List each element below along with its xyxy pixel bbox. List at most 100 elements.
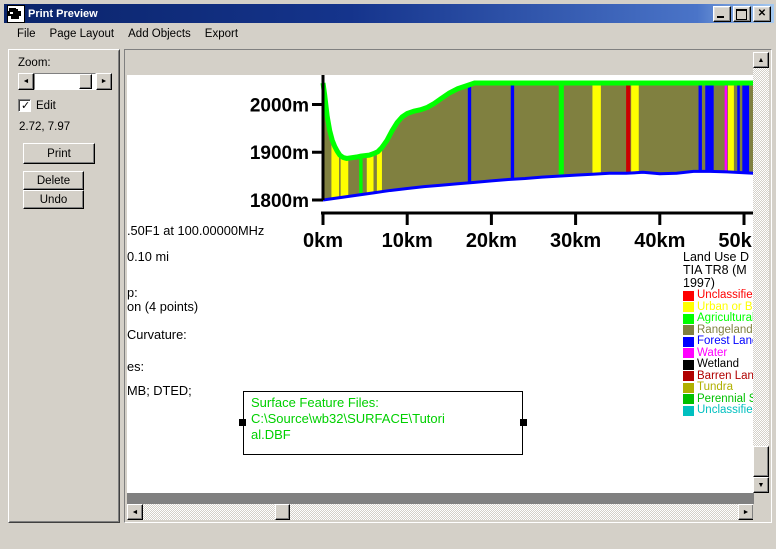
scroll-up-button[interactable]: ▲	[753, 52, 769, 68]
legend-entry: Unclassified La	[683, 405, 754, 417]
x-tick-label: 30km	[550, 230, 601, 247]
preview-page: 1800m 1900m 2000m 0km 10km 20km 30km 40km 50km .…	[127, 75, 754, 503]
zoom-scroll-right-button[interactable]: ►	[96, 73, 112, 90]
menu-add-objects[interactable]: Add Objects	[121, 26, 198, 42]
legend-swatch	[683, 302, 694, 313]
y-tick-label: 1800m	[250, 191, 309, 212]
x-tick-label: 20km	[466, 230, 517, 247]
maximize-button[interactable]	[733, 5, 751, 22]
legend-swatch	[683, 359, 694, 370]
y-tick-label: 1900m	[250, 143, 309, 164]
textbox-line-2: C:\Source\wb32\SURFACE\Tutori	[251, 411, 445, 426]
right-arrow-icon: ►	[100, 78, 108, 85]
preview-client-area: 1800m 1900m 2000m 0km 10km 20km 30km 40km 50km .…	[124, 49, 772, 523]
legend-entry: Wetland	[683, 359, 754, 371]
minimize-button[interactable]	[713, 5, 731, 22]
legend-swatch	[683, 325, 694, 336]
cursor-coordinates: 2.72, 7.97	[19, 121, 71, 133]
vertical-scroll-track[interactable]	[753, 52, 769, 493]
check-icon: ✓	[21, 100, 31, 112]
legend-swatch	[683, 405, 694, 416]
legend-entry: Tundra	[683, 382, 754, 394]
vertical-scrollbar[interactable]: ▲ ▼	[753, 52, 769, 493]
delete-button[interactable]: Delete	[23, 171, 84, 190]
window-controls: ✕	[713, 5, 772, 22]
legend-label: Water	[697, 346, 728, 359]
legend-label: Wetland	[697, 358, 739, 371]
report-line-2: 0.10 mi	[127, 249, 169, 264]
legend-swatch	[683, 313, 694, 324]
legend-swatch	[683, 371, 694, 382]
print-preview-window: Print Preview ✕ File Page Layout Add Obj…	[0, 0, 776, 549]
y-axis-ticks: 1800m 1900m 2000m	[250, 95, 323, 212]
x-axis-ticks: 0km 10km 20km 30km 40km 50km	[303, 213, 754, 247]
legend-label: Perennial Sno	[697, 392, 754, 405]
textbox-line-1: Surface Feature Files:	[251, 395, 379, 410]
zoom-scrollbar[interactable]: ◄ ►	[18, 73, 112, 90]
scroll-left-button[interactable]: ◄	[127, 504, 143, 520]
edit-checkbox[interactable]: ✓	[18, 99, 31, 112]
left-arrow-icon: ◄	[22, 78, 30, 85]
report-line-4: on (4 points)	[127, 299, 199, 314]
textbox-line-3: al.DBF	[251, 427, 291, 442]
report-line-7: MB; DTED;	[127, 383, 192, 398]
menu-file[interactable]: File	[10, 26, 43, 42]
legend-entry: Forest Land	[683, 336, 754, 348]
legend-swatch	[683, 348, 694, 359]
zoom-scroll-thumb[interactable]	[79, 74, 92, 89]
report-line-1: .50F1 at 100.00000MHz	[127, 223, 265, 238]
up-arrow-icon: ▲	[757, 56, 765, 64]
zoom-scroll-track[interactable]	[34, 73, 96, 90]
chart-svg: 1800m 1900m 2000m 0km 10km 20km 30km 40km 50km	[250, 75, 754, 247]
legend-swatch	[683, 290, 694, 301]
surface-feature-files-textbox[interactable]: Surface Feature Files: C:\Source\wb32\SU…	[243, 391, 523, 455]
horizontal-scroll-thumb[interactable]	[275, 504, 290, 520]
horizontal-scrollbar[interactable]: ◄ ►	[127, 504, 754, 520]
scroll-down-button[interactable]: ▼	[753, 477, 769, 493]
undo-button[interactable]: Undo	[23, 190, 84, 209]
horizontal-scroll-track[interactable]	[127, 504, 754, 520]
vertical-scroll-thumb[interactable]	[753, 446, 769, 477]
down-arrow-icon: ▼	[757, 481, 765, 489]
legend-label: Agricultural La	[697, 312, 754, 325]
window-title: Print Preview	[28, 7, 98, 20]
legend-label: Unclassified La	[697, 404, 754, 417]
report-line-6: es:	[127, 359, 145, 374]
selection-handle-right[interactable]	[520, 419, 527, 426]
legend-entries: UnclassifiedUrban or Built-Agricultural …	[683, 290, 754, 417]
y-tick-label: 2000m	[250, 95, 309, 116]
legend-label: Urban or Built-	[697, 300, 754, 313]
page-shadow-band	[127, 493, 754, 504]
legend-label: Unclassified	[697, 289, 754, 302]
left-arrow-icon: ◄	[131, 508, 139, 516]
report-line-5: Curvature:	[127, 327, 187, 342]
legend-label: Rangeland	[697, 323, 753, 336]
legend-swatch	[683, 336, 694, 347]
selection-handle-left[interactable]	[239, 419, 246, 426]
x-tick-label: 0km	[303, 230, 343, 247]
legend-swatch	[683, 394, 694, 405]
scroll-right-button[interactable]: ►	[738, 504, 754, 520]
scrollbar-corner	[753, 504, 769, 520]
edit-checkbox-row[interactable]: ✓ Edit	[18, 99, 56, 112]
title-bar: Print Preview ✕	[4, 4, 774, 23]
legend-swatch	[683, 382, 694, 393]
report-line-3: p:	[127, 285, 138, 300]
legend-label: Tundra	[697, 381, 734, 394]
right-arrow-icon: ►	[742, 508, 750, 516]
menu-page-layout[interactable]: Page Layout	[43, 26, 122, 42]
menu-bar: File Page Layout Add Objects Export	[4, 24, 774, 43]
zoom-label: Zoom:	[18, 57, 51, 69]
close-button[interactable]: ✕	[753, 5, 771, 22]
x-tick-label: 50km	[718, 230, 754, 247]
x-tick-label: 40km	[634, 230, 685, 247]
land-use-legend: Land Use D TIA TR8 (M 1997) Unclassified…	[683, 251, 754, 417]
x-tick-label: 10km	[382, 230, 433, 247]
legend-label: Forest Land	[697, 335, 754, 348]
zoom-scroll-left-button[interactable]: ◄	[18, 73, 34, 90]
print-preview-icon	[7, 4, 25, 23]
menu-export[interactable]: Export	[198, 26, 245, 42]
print-button[interactable]: Print	[23, 143, 95, 164]
edit-checkbox-label: Edit	[36, 99, 56, 112]
terrain-profile-chart: 1800m 1900m 2000m 0km 10km 20km 30km 40km 50km	[127, 75, 754, 247]
